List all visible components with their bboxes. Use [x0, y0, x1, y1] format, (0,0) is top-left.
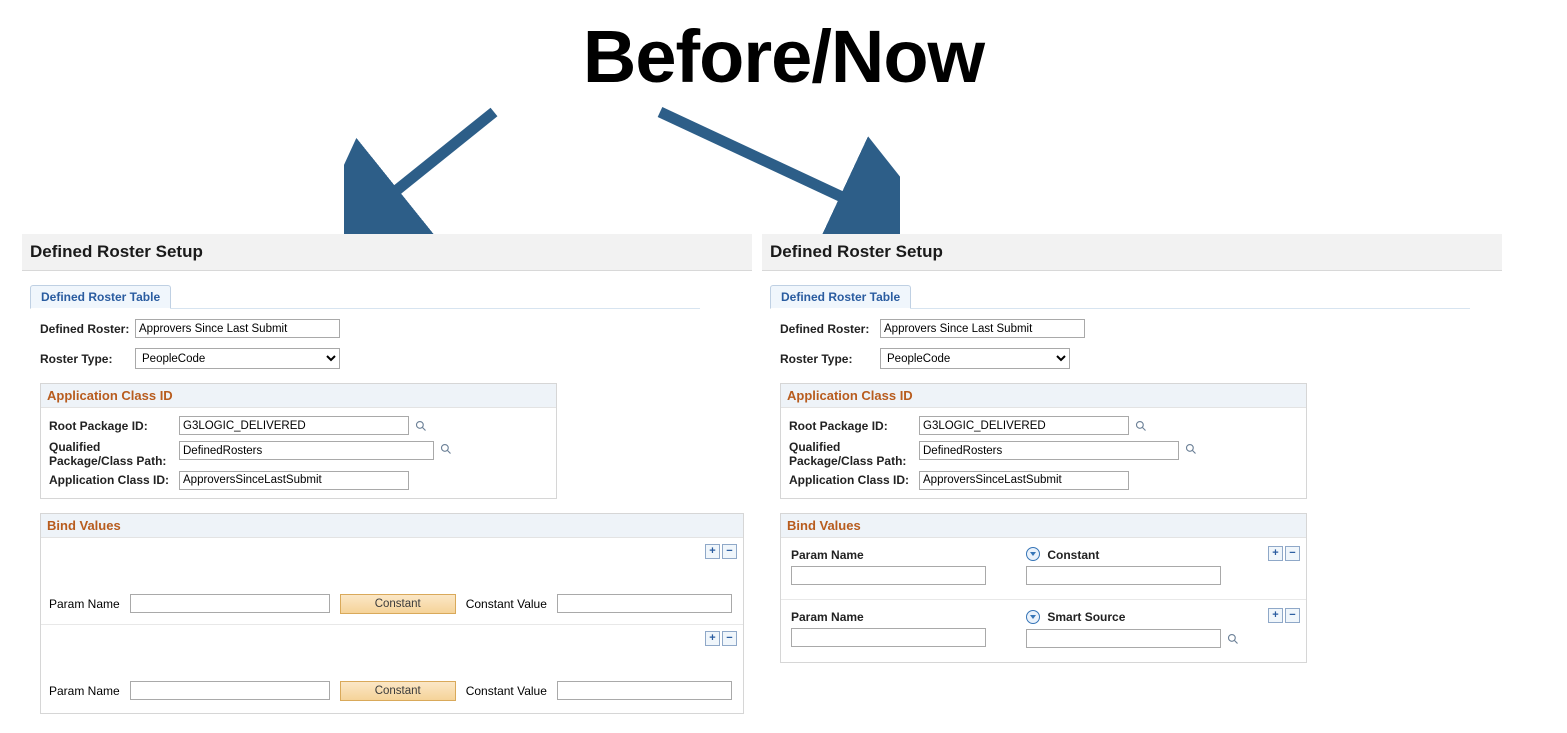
bind-values-group: Bind Values + − Param Name Constant Cons… — [40, 513, 744, 714]
param-name-label: Param Name — [49, 684, 120, 698]
lookup-icon[interactable] — [438, 441, 454, 457]
lookup-icon[interactable] — [1133, 418, 1149, 434]
remove-row-button[interactable]: − — [1285, 608, 1300, 623]
defined-roster-label: Defined Roster: — [40, 322, 135, 336]
app-class-id-label: Application Class ID: — [789, 473, 919, 487]
application-class-header: Application Class ID — [41, 384, 556, 408]
param-name-label: Param Name — [791, 610, 986, 624]
now-panel: Defined Roster Setup Defined Roster Tabl… — [762, 234, 1502, 663]
app-class-id-input[interactable] — [179, 471, 409, 490]
defined-roster-row: Defined Roster: — [40, 319, 752, 338]
root-package-label: Root Package ID: — [49, 419, 179, 433]
add-row-button[interactable]: + — [1268, 608, 1283, 623]
tab-defined-roster-table[interactable]: Defined Roster Table — [30, 285, 171, 309]
arrow-left-icon — [344, 100, 514, 235]
param-name-input[interactable] — [130, 594, 330, 613]
param-name-label: Param Name — [49, 597, 120, 611]
roster-type-select[interactable]: PeopleCode — [135, 348, 340, 369]
roster-type-row: Roster Type: PeopleCode — [780, 348, 1502, 369]
tab-defined-roster-table[interactable]: Defined Roster Table — [770, 285, 911, 309]
constant-input[interactable] — [1026, 566, 1221, 585]
remove-row-button[interactable]: − — [1285, 546, 1300, 561]
roster-type-label: Roster Type: — [780, 352, 880, 366]
qualified-path-label: Qualified Package/Class Path: — [789, 441, 919, 469]
bind-values-header: Bind Values — [781, 514, 1306, 538]
constant-column-label: Constant — [1026, 548, 1221, 563]
app-class-id-label: Application Class ID: — [49, 473, 179, 487]
application-class-group: Application Class ID Root Package ID: Qu… — [40, 383, 557, 499]
page-title: Defined Roster Setup — [22, 234, 752, 271]
constant-value-input[interactable] — [557, 594, 732, 613]
constant-button[interactable]: Constant — [340, 594, 456, 614]
qualified-path-input[interactable] — [919, 441, 1179, 460]
expand-icon[interactable] — [1026, 547, 1040, 561]
add-row-button[interactable]: + — [705, 544, 720, 559]
bind-values-group: Bind Values + − Param Name — [780, 513, 1307, 664]
param-name-label: Param Name — [791, 548, 986, 562]
page-title: Defined Roster Setup — [762, 234, 1502, 271]
arrow-right-icon — [640, 100, 900, 235]
remove-row-button[interactable]: − — [722, 544, 737, 559]
root-package-label: Root Package ID: — [789, 419, 919, 433]
constant-value-input[interactable] — [557, 681, 732, 700]
app-class-id-input[interactable] — [919, 471, 1129, 490]
roster-type-label: Roster Type: — [40, 352, 135, 366]
qualified-path-label: Qualified Package/Class Path: — [49, 441, 179, 469]
smart-source-label-text: Smart Source — [1047, 610, 1125, 624]
value-column: Smart Source — [1026, 610, 1241, 648]
constant-value-label: Constant Value — [466, 597, 547, 611]
root-package-input[interactable] — [919, 416, 1129, 435]
param-name-input[interactable] — [791, 566, 986, 585]
before-panel: Defined Roster Setup Defined Roster Tabl… — [22, 234, 752, 714]
constant-value-label: Constant Value — [466, 684, 547, 698]
qualified-path-input[interactable] — [179, 441, 434, 460]
root-package-input[interactable] — [179, 416, 409, 435]
application-class-header: Application Class ID — [781, 384, 1306, 408]
smart-source-column-label: Smart Source — [1026, 610, 1241, 625]
defined-roster-label: Defined Roster: — [780, 322, 880, 336]
roster-type-row: Roster Type: PeopleCode — [40, 348, 752, 369]
param-name-input[interactable] — [130, 681, 330, 700]
defined-roster-input[interactable] — [135, 319, 340, 338]
param-name-column: Param Name — [791, 610, 986, 648]
constant-label-text: Constant — [1047, 548, 1099, 562]
bind-values-header: Bind Values — [41, 514, 743, 538]
lookup-icon[interactable] — [1225, 631, 1241, 647]
defined-roster-row: Defined Roster: — [780, 319, 1502, 338]
application-class-group: Application Class ID Root Package ID: Qu… — [780, 383, 1307, 499]
add-row-button[interactable]: + — [705, 631, 720, 646]
smart-source-input[interactable] — [1026, 629, 1221, 648]
param-name-input[interactable] — [791, 628, 986, 647]
defined-roster-input[interactable] — [880, 319, 1085, 338]
lookup-icon[interactable] — [413, 418, 429, 434]
remove-row-button[interactable]: − — [722, 631, 737, 646]
param-name-column: Param Name — [791, 548, 986, 586]
constant-button[interactable]: Constant — [340, 681, 456, 701]
expand-icon[interactable] — [1026, 610, 1040, 624]
value-column: Constant — [1026, 548, 1221, 586]
lookup-icon[interactable] — [1183, 441, 1199, 457]
roster-type-select[interactable]: PeopleCode — [880, 348, 1070, 369]
page-heading: Before/Now — [0, 14, 1567, 99]
add-row-button[interactable]: + — [1268, 546, 1283, 561]
